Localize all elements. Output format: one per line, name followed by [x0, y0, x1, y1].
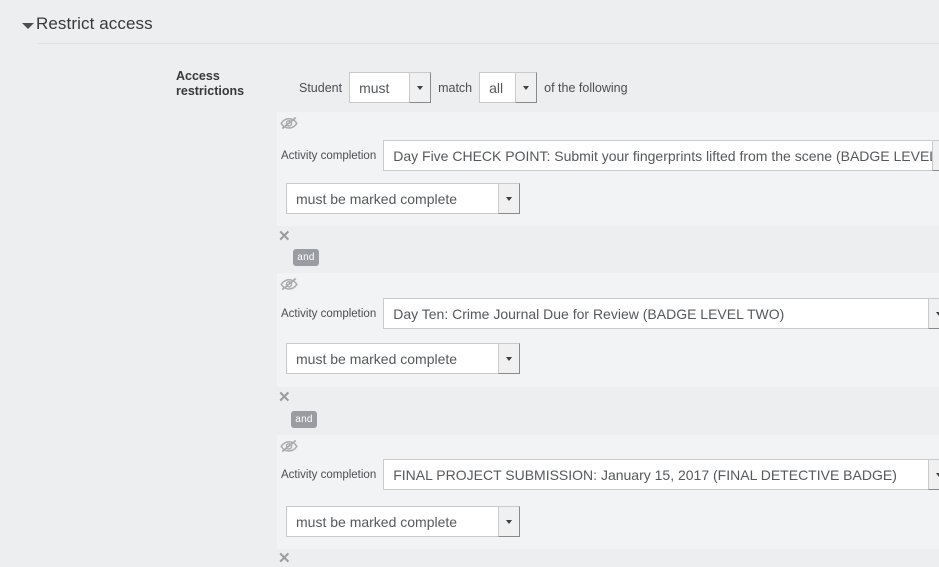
operator-and-button[interactable]: and: [291, 411, 317, 428]
following-suffix-label: of the following: [544, 80, 628, 95]
access-restrictions-label: Access restrictions: [176, 69, 245, 98]
restrict-access-section-header[interactable]: Restrict access: [0, 0, 939, 44]
requirement-select[interactable]: must be marked complete: [286, 183, 520, 214]
requirement-select-value: must be marked complete: [286, 343, 498, 374]
restriction-block: Activity completion FINAL PROJECT SUBMIS…: [277, 435, 939, 549]
chevron-down-icon[interactable]: [498, 506, 520, 537]
activity-select[interactable]: Day Five CHECK POINT: Submit your finger…: [383, 140, 939, 171]
activity-completion-label: Activity completion: [281, 307, 377, 320]
activity-completion-label: Activity completion: [281, 468, 377, 481]
eye-slash-icon[interactable]: [279, 276, 299, 292]
operator-and-button[interactable]: and: [293, 249, 319, 266]
eye-slash-icon[interactable]: [279, 115, 299, 131]
chevron-down-icon[interactable]: [498, 183, 520, 214]
operator-and-label: and: [295, 414, 313, 425]
chevron-down-icon[interactable]: [928, 298, 939, 329]
activity-select[interactable]: FINAL PROJECT SUBMISSION: January 15, 20…: [383, 459, 939, 490]
delete-restriction-button[interactable]: ✕: [278, 551, 291, 566]
requirement-select[interactable]: must be marked complete: [286, 343, 520, 374]
activity-select-value: Day Ten: Crime Journal Due for Review (B…: [383, 298, 929, 329]
student-label: Student: [299, 80, 343, 95]
chevron-down-icon[interactable]: [928, 459, 939, 490]
chevron-down-icon[interactable]: [409, 72, 432, 103]
delete-restriction-button[interactable]: ✕: [278, 229, 291, 244]
chevron-down-icon[interactable]: [932, 140, 939, 171]
operator-and-label: and: [297, 252, 315, 263]
match-label: match: [438, 80, 473, 95]
activity-select-value: Day Five CHECK POINT: Submit your finger…: [383, 140, 933, 171]
quantifier-select[interactable]: all: [479, 72, 538, 103]
restriction-block: Activity completion Day Ten: Crime Journ…: [277, 273, 939, 387]
requirement-select-value: must be marked complete: [286, 506, 498, 537]
eye-slash-icon[interactable]: [279, 438, 299, 454]
page-title: Restrict access: [36, 14, 153, 33]
activity-select[interactable]: Day Ten: Crime Journal Due for Review (B…: [383, 298, 939, 329]
requirement-select-value: must be marked complete: [286, 183, 498, 214]
operator-select-value: must: [349, 72, 410, 103]
header-divider: [38, 43, 939, 44]
quantifier-select-value: all: [479, 72, 516, 103]
activity-completion-label: Activity completion: [281, 149, 377, 162]
requirement-select[interactable]: must be marked complete: [286, 506, 520, 537]
delete-restriction-button[interactable]: ✕: [278, 390, 291, 405]
chevron-down-icon[interactable]: [498, 343, 520, 374]
operator-select[interactable]: must: [349, 72, 432, 103]
chevron-down-icon[interactable]: [22, 23, 34, 29]
activity-select-value: FINAL PROJECT SUBMISSION: January 15, 20…: [383, 459, 929, 490]
condition-header-row: Student must match all of the following: [299, 72, 628, 103]
chevron-down-icon[interactable]: [515, 72, 538, 103]
restriction-block: Activity completion Day Five CHECK POINT…: [277, 112, 939, 226]
